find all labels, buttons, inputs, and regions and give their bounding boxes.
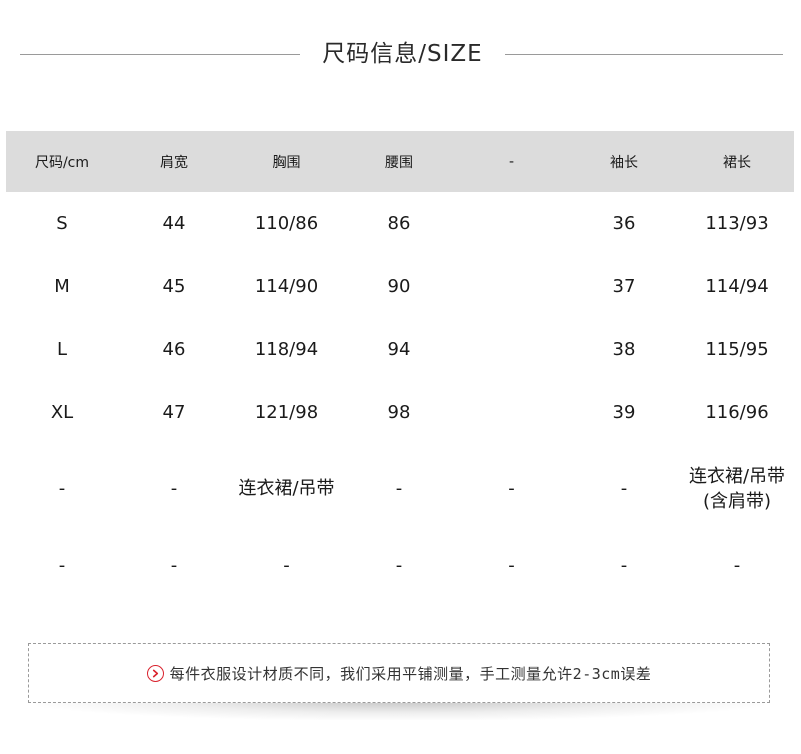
- table-cell: 39: [612, 401, 636, 423]
- note-text: 每件衣服设计材质不同，我们采用平铺测量，手工测量允许2-3cm误差: [169, 664, 652, 683]
- table-cell: 114/94: [705, 275, 769, 297]
- table-cell: -: [508, 478, 515, 500]
- table-cell: -: [620, 478, 628, 500]
- header-blank: -: [508, 153, 515, 170]
- table-cell: 113/93: [705, 212, 769, 234]
- table-cell: 86: [387, 212, 411, 234]
- table-cell: 114/90: [254, 275, 319, 297]
- header-waist: 腰围: [385, 154, 413, 171]
- table-cell: [455, 255, 568, 318]
- table-row: M 45 114/90 90 37 114/94: [6, 255, 794, 318]
- title-divider-right: [505, 54, 783, 55]
- table-cell: [455, 318, 568, 381]
- table-cell: -: [58, 554, 66, 576]
- table-row: S 44 110/86 86 36 113/93: [6, 192, 794, 255]
- section-title: 尺码信息/SIZE: [0, 36, 801, 72]
- title-divider-left: [20, 54, 300, 55]
- table-cell: -: [508, 554, 515, 576]
- chevron-right-circle-icon: [146, 664, 164, 682]
- table-cell: 121/98: [254, 401, 319, 423]
- table-row: - - - - - - -: [6, 534, 794, 597]
- table-cell: 115/95: [705, 338, 769, 360]
- table-cell: -: [395, 478, 403, 500]
- table-cell: -: [170, 554, 178, 576]
- table-row: L 46 118/94 94 38 115/95: [6, 318, 794, 381]
- header-size: 尺码/cm: [34, 154, 90, 171]
- table-cell: -: [395, 554, 403, 576]
- size-table: 尺码/cm 肩宽 胸围 腰围 - 袖长 裙长 S 44 110/86 86 36…: [6, 131, 794, 597]
- table-cell: L: [56, 338, 68, 360]
- header-shoulder: 肩宽: [160, 154, 188, 171]
- table-cell: 90: [387, 275, 411, 297]
- cell-line: (含肩带): [702, 491, 772, 512]
- table-cell: -: [733, 554, 741, 576]
- table-header-row: 尺码/cm 肩宽 胸围 腰围 - 袖长 裙长: [6, 131, 794, 192]
- page-title: 尺码信息/SIZE: [322, 41, 483, 67]
- table-cell: 38: [612, 338, 636, 360]
- table-cell: -: [620, 554, 628, 576]
- table-row: - - 连衣裙/吊带 - - - 连衣裙/吊带 (含肩带): [6, 444, 794, 534]
- measurement-note: 每件衣服设计材质不同，我们采用平铺测量，手工测量允许2-3cm误差: [28, 643, 770, 703]
- note-content: 每件衣服设计材质不同，我们采用平铺测量，手工测量允许2-3cm误差: [29, 644, 769, 702]
- table-cell: 45: [162, 275, 186, 297]
- table-cell: 47: [162, 401, 186, 423]
- table-cell: 连衣裙/吊带 (含肩带): [680, 444, 794, 534]
- table-cell: XL: [50, 401, 74, 423]
- table-row: XL 47 121/98 98 39 116/96: [6, 381, 794, 444]
- table-cell: [455, 192, 568, 255]
- header-bust: 胸围: [272, 154, 301, 171]
- table-cell: [455, 381, 568, 444]
- table-cell: 44: [162, 212, 186, 234]
- table-cell: -: [58, 478, 66, 500]
- table-cell: 116/96: [705, 401, 769, 423]
- table-cell: 36: [612, 212, 636, 234]
- table-cell: 118/94: [254, 338, 319, 360]
- table-cell: 98: [387, 401, 411, 423]
- table-cell: -: [170, 478, 178, 500]
- header-sleeve: 袖长: [610, 154, 638, 171]
- table-cell: 37: [612, 275, 636, 297]
- note-shadow: [36, 700, 764, 720]
- table-cell: 110/86: [254, 212, 319, 234]
- table-cell: M: [54, 275, 70, 297]
- table-cell: -: [283, 554, 290, 576]
- header-length: 裙长: [723, 154, 751, 171]
- table-cell: 94: [387, 338, 411, 360]
- table-cell: 46: [162, 338, 186, 360]
- table-cell: S: [56, 212, 68, 234]
- cell-line: 连衣裙/吊带: [688, 465, 786, 487]
- table-cell: 连衣裙/吊带: [238, 478, 335, 500]
